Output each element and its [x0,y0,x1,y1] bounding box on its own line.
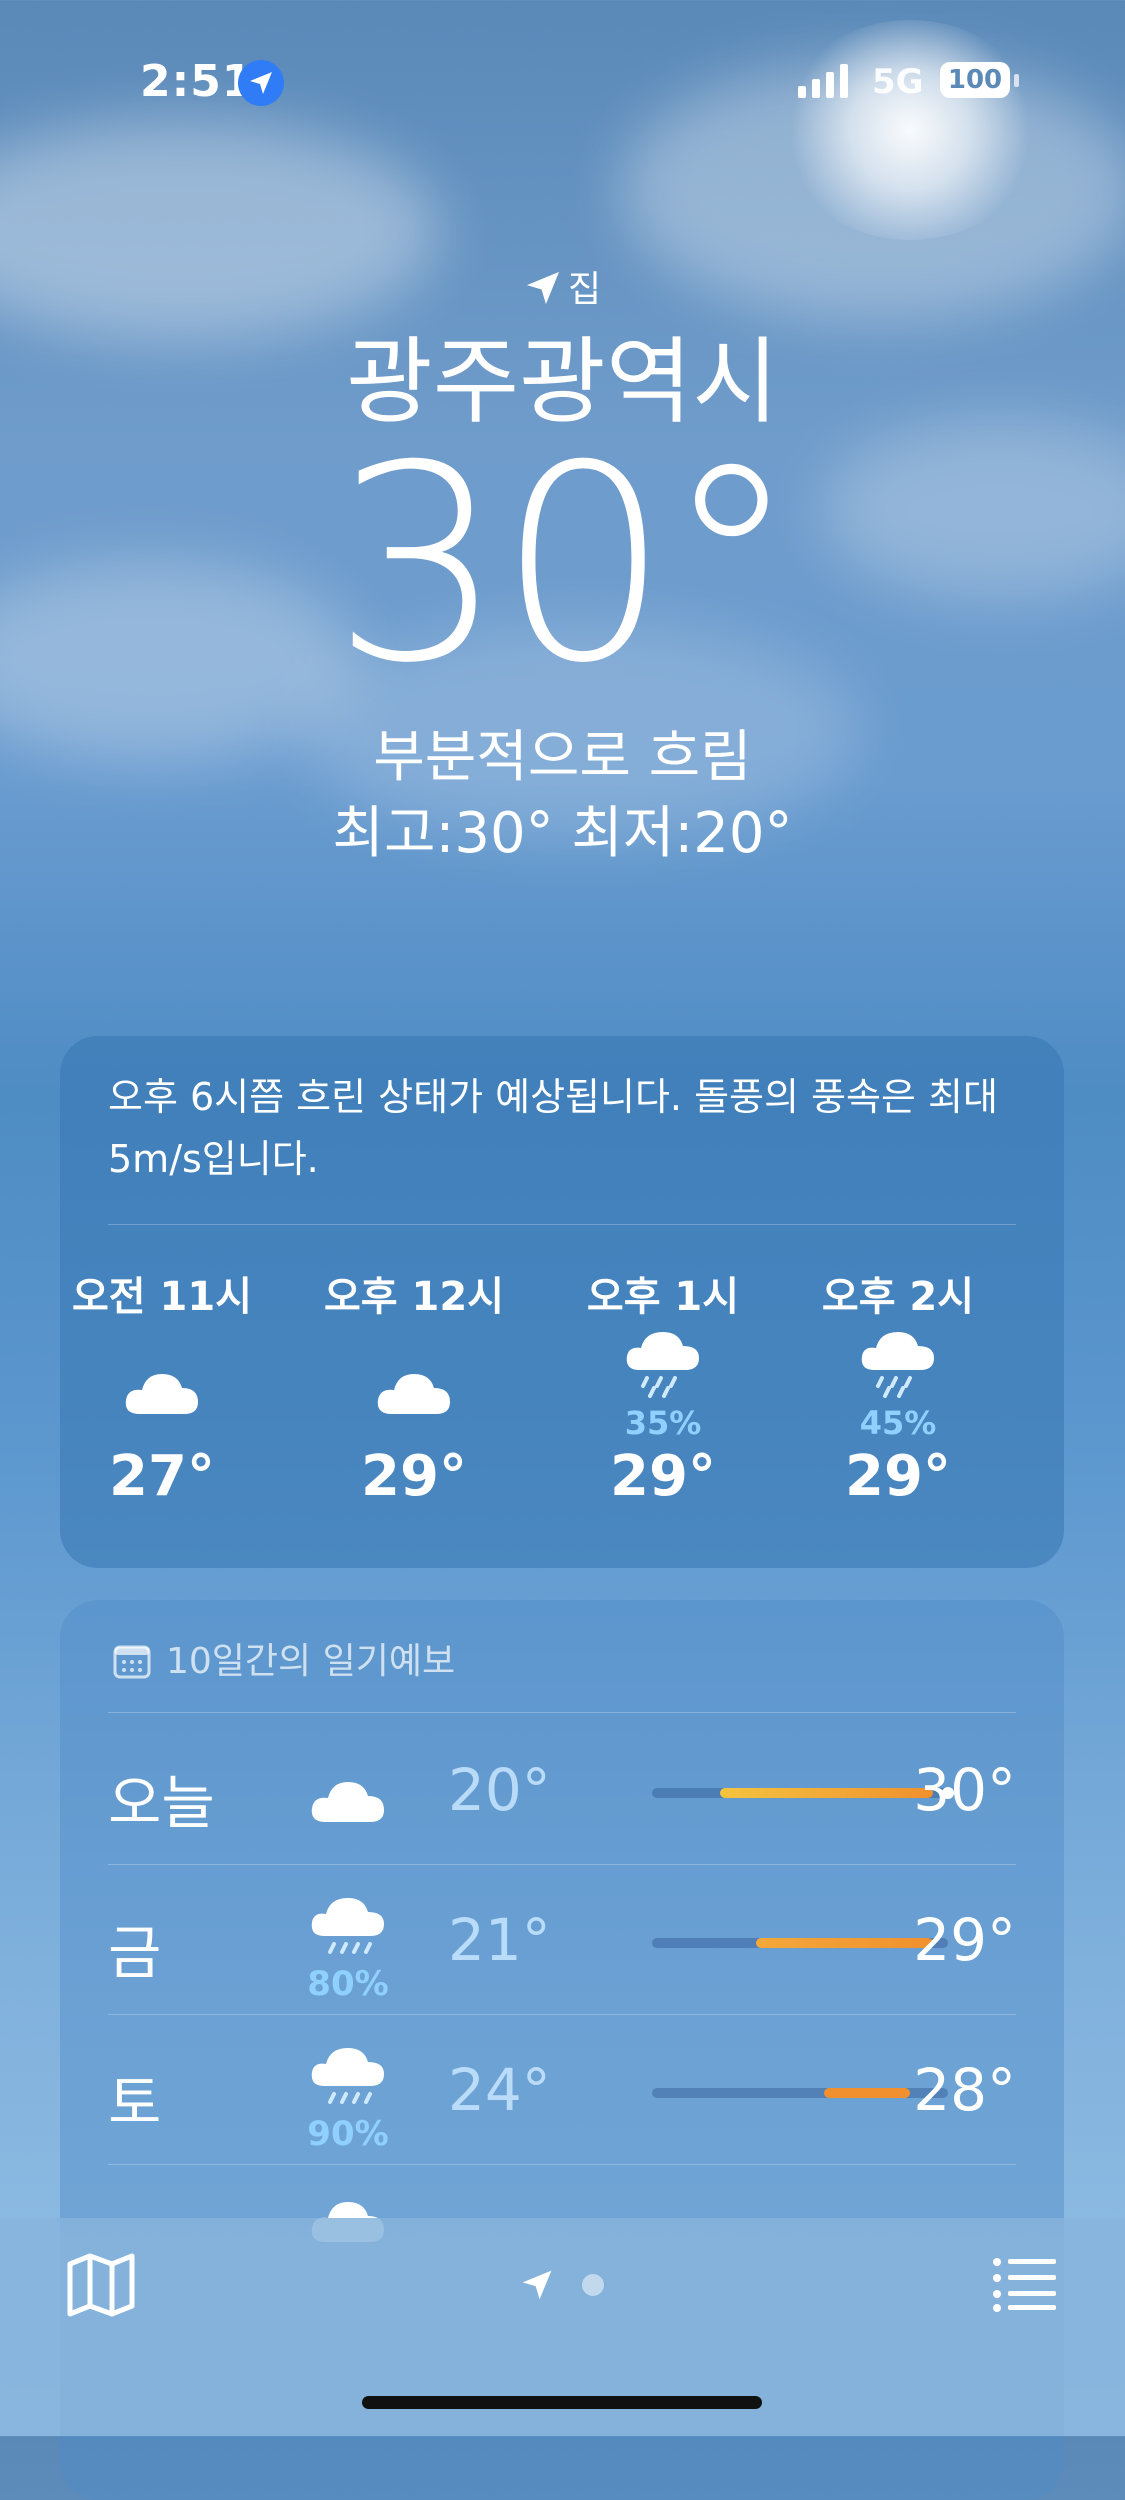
cloud-rain-icon [623,1324,703,1414]
network-type: 5G [872,62,924,102]
precip-chance: 45% [859,1404,937,1442]
location-services-icon [238,60,284,106]
page-indicator-dot[interactable] [582,2274,604,2296]
forecast-row[interactable]: 금 80% 21° 29° [108,1864,1016,2014]
temp-range-fill [823,2088,910,2098]
hour-temp: 27° [109,1444,215,1509]
forecast-row[interactable]: 오늘 20° 30° [108,1714,1016,1864]
temp-range-bar [652,1938,948,1948]
forecast-row[interactable]: 토 90% 24° 28° [108,2014,1016,2164]
temp-range-bar [652,2088,948,2098]
battery-icon: 100 [940,62,1010,98]
hour-item: 오후 1시 35% 29° [563,1264,763,1509]
cloud-icon [374,1324,454,1414]
day-label: 오늘 [108,1769,215,1837]
high-temp: 29° [913,1906,1016,1974]
hour-item: 오후 2시 45% 29° [798,1264,998,1509]
hourly-forecast-card[interactable]: 오후 6시쯤 흐린 상태가 예상됩니다. 돌풍의 풍속은 최대 5m/s입니다.… [60,1036,1064,1568]
calendar-icon [113,1645,151,1679]
location-arrow-icon [526,271,560,305]
precip-chance: 90% [307,2114,389,2154]
hour-label: 오후 1시 [586,1274,740,1320]
home-label: 집 [567,269,602,310]
battery-tip [1014,74,1019,87]
map-icon[interactable] [66,2252,136,2322]
list-icon[interactable] [992,2256,1058,2316]
hour-temp: 29° [845,1444,951,1509]
forecast-title-text: 10일간의 일기예보 [166,1641,456,1682]
forecast-summary: 오후 6시쯤 흐린 상태가 예상됩니다. 돌풍의 풍속은 최대 5m/s입니다. [108,1075,998,1181]
forecast-title: 10일간의 일기예보 [112,1632,455,1684]
temp-range-bar [652,1787,954,1799]
hour-label: 오후 12시 [324,1274,504,1320]
cellular-signal-icon [798,64,854,102]
precip-chance: 80% [307,1964,389,2004]
cloud-rain-icon [858,1324,938,1414]
precip-chance: 35% [624,1404,702,1442]
low-temp: 24° [448,2056,551,2124]
cloud-icon [298,1744,398,1834]
home-indicator[interactable] [362,2396,762,2409]
status-bar: 2:51 5G 100 [0,52,1125,112]
high-temp: 28° [913,2056,1016,2124]
hour-item: 오후 12시 29° [314,1264,514,1509]
current-temperature: 30° [332,407,799,722]
low-temp: 21° [448,1906,551,1974]
hour-label: 오후 2시 [821,1274,975,1320]
cloud-icon [122,1324,202,1414]
high-low: 최고:30° 최저:20° [332,801,793,866]
hour-temp: 29° [361,1444,467,1509]
divider [108,1712,1016,1713]
day-label: 토 [108,2069,162,2137]
low-temp: 20° [448,1756,551,1824]
day-label: 금 [108,1919,162,1987]
hour-label: 오전 11시 [72,1274,252,1320]
hour-temp: 29° [610,1444,716,1509]
status-time: 2:51 [140,56,254,107]
current-location-page-icon[interactable] [520,2268,554,2306]
condition: 부분적으로 흐림 [373,725,752,790]
hour-item: 오전 11시 27° [62,1264,262,1509]
location-label: 집 [0,260,1125,312]
high-temp: 30° [913,1756,1016,1824]
divider [108,1224,1016,1225]
temp-range-fill [755,1938,934,1948]
temp-range-fill [720,1788,934,1798]
